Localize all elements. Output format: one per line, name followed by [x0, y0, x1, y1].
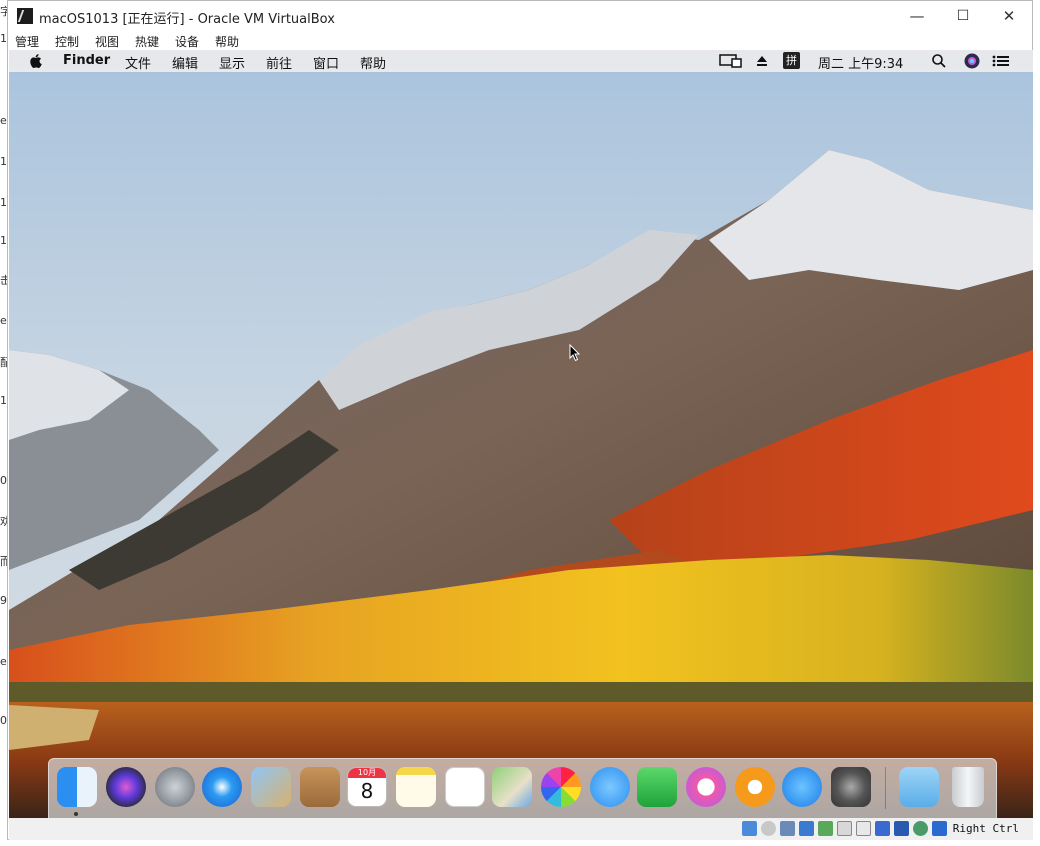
contacts-icon[interactable]: [300, 767, 340, 807]
menu-devices[interactable]: 设备: [175, 33, 199, 50]
apple-menu-icon[interactable]: [29, 53, 43, 69]
calendar-month: 10月: [348, 768, 386, 778]
photos-icon[interactable]: [541, 767, 581, 807]
video-capture-status-icon[interactable]: [875, 821, 890, 836]
sliver-glyph: 9: [0, 594, 7, 607]
guest-display[interactable]: Finder 文件 编辑 显示 前往 窗口 帮助 拼 周二 上午9:34 10月…: [9, 50, 1033, 818]
notification-center-icon[interactable]: [992, 53, 1010, 69]
menu-manage[interactable]: 管理: [15, 33, 39, 50]
minimize-button[interactable]: —: [894, 1, 940, 31]
menu-help[interactable]: 帮助: [360, 53, 386, 72]
virtualbox-window: macOS1013 [正在运行] - Oracle VM VirtualBox …: [7, 0, 1033, 840]
mouse-integration-status-icon[interactable]: [913, 821, 928, 836]
menu-file[interactable]: 文件: [125, 53, 151, 72]
messages-icon[interactable]: [590, 767, 630, 807]
window-titlebar[interactable]: macOS1013 [正在运行] - Oracle VM VirtualBox …: [8, 1, 1032, 31]
finder-icon[interactable]: [57, 767, 97, 807]
sliver-glyph: e: [0, 655, 7, 668]
launchpad-icon[interactable]: [155, 767, 195, 807]
itunes-icon[interactable]: [686, 767, 726, 807]
usb-status-icon[interactable]: [818, 821, 833, 836]
menu-edit[interactable]: 编辑: [172, 53, 198, 72]
eject-icon[interactable]: [755, 53, 769, 69]
finder-running-indicator: [74, 812, 78, 816]
sliver-glyph: e: [0, 314, 7, 327]
optical-drive-status-icon[interactable]: [761, 821, 776, 836]
notes-icon[interactable]: [396, 767, 436, 807]
mac-menubar: Finder 文件 编辑 显示 前往 窗口 帮助 拼 周二 上午9:34: [9, 50, 1033, 72]
app-store-icon[interactable]: [782, 767, 822, 807]
network-status-icon[interactable]: [799, 821, 814, 836]
menu-view[interactable]: 视图: [95, 33, 119, 50]
system-preferences-icon[interactable]: [831, 767, 871, 807]
audio-status-icon[interactable]: [780, 821, 795, 836]
menubar-clock[interactable]: 周二 上午9:34: [818, 53, 903, 72]
siri-icon[interactable]: [964, 53, 980, 69]
maximize-button[interactable]: ☐: [940, 1, 986, 31]
sliver-glyph: 0: [0, 474, 7, 487]
virtualization-status-icon[interactable]: [894, 821, 909, 836]
host-menubar: 管理 控制 视图 热键 设备 帮助: [8, 31, 1032, 51]
keyboard-capture-status-icon[interactable]: [932, 821, 947, 836]
sliver-glyph: e: [0, 114, 7, 127]
ibooks-icon[interactable]: [735, 767, 775, 807]
trash-icon[interactable]: [952, 767, 984, 807]
close-button[interactable]: ✕: [986, 1, 1032, 31]
spotlight-search-icon[interactable]: [931, 53, 947, 69]
hard-disk-status-icon[interactable]: [742, 821, 757, 836]
dock: 10月 8: [48, 758, 997, 818]
menu-finder[interactable]: Finder: [63, 53, 110, 68]
shared-folders-status-icon[interactable]: [837, 821, 852, 836]
input-method-icon[interactable]: 拼: [783, 52, 800, 69]
maps-icon[interactable]: [492, 767, 532, 807]
menu-hotkey[interactable]: 热键: [135, 33, 159, 50]
downloads-folder-icon[interactable]: [899, 767, 939, 807]
siri-icon[interactable]: [106, 767, 146, 807]
calendar-day: 8: [360, 779, 374, 803]
mouse-cursor-icon: [569, 344, 581, 362]
virtualbox-app-icon: [17, 8, 33, 24]
reminders-icon[interactable]: [445, 767, 485, 807]
calendar-icon[interactable]: 10月 8: [347, 767, 387, 807]
vbox-statusbar: Right Ctrl: [9, 818, 1033, 840]
menu-go[interactable]: 前往: [266, 53, 292, 72]
airplay-display-icon[interactable]: [719, 53, 743, 69]
menu-control[interactable]: 控制: [55, 33, 79, 50]
menu-window[interactable]: 窗口: [313, 53, 339, 72]
high-sierra-wallpaper: [9, 50, 1033, 818]
sliver-glyph: 1: [0, 196, 7, 209]
window-title: macOS1013 [正在运行] - Oracle VM VirtualBox: [39, 12, 335, 27]
safari-icon[interactable]: [202, 767, 242, 807]
menu-view[interactable]: 显示: [219, 53, 245, 72]
facetime-icon[interactable]: [637, 767, 677, 807]
menu-help[interactable]: 帮助: [215, 33, 239, 50]
dock-separator: [885, 767, 886, 809]
host-key-label: Right Ctrl: [952, 822, 1019, 835]
display-status-icon[interactable]: [856, 821, 871, 836]
mail-icon[interactable]: [251, 767, 291, 807]
